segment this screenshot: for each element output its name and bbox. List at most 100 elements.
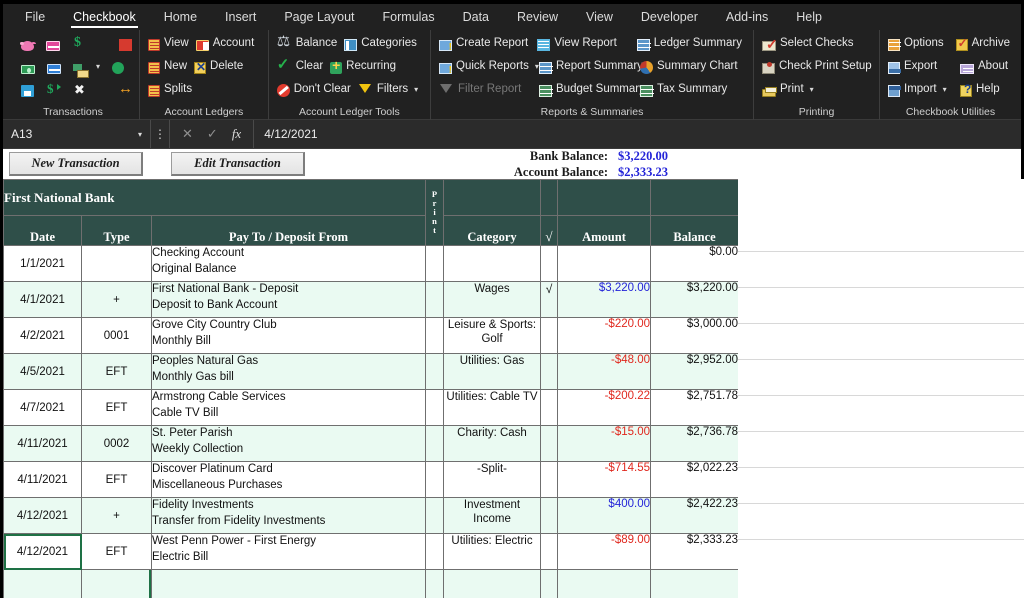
cell-cleared[interactable] (541, 570, 558, 598)
cell-balance[interactable]: $2,751.78 (651, 390, 739, 426)
cell-cleared[interactable] (541, 390, 558, 426)
new-transaction-button[interactable]: New Transaction (9, 152, 143, 176)
cell-payto[interactable]: Grove City Country ClubMonthly Bill (152, 318, 426, 354)
cell-type[interactable]: EFT (82, 462, 152, 498)
deposit-icon[interactable] (73, 64, 82, 71)
table-row[interactable]: 4/2/2021 0001 Grove City Country ClubMon… (4, 318, 739, 354)
cmd-summary-chart[interactable]: Summary Chart (638, 59, 743, 74)
cmd-archive[interactable]: Archive (954, 37, 1015, 51)
formula-bar-expand-dots[interactable]: ⋮ (151, 120, 169, 148)
table-row[interactable]: 4/7/2021 EFT Armstrong Cable ServicesCab… (4, 390, 739, 426)
filters-chevron-down-icon[interactable]: ▾ (414, 86, 418, 94)
cmd-budget-summary[interactable]: Budget Summary (537, 83, 638, 97)
cell-amount[interactable]: -$15.00 (558, 426, 651, 462)
cell-amount[interactable]: -$220.00 (558, 318, 651, 354)
name-box-chevron-down-icon[interactable]: ▾ (138, 130, 142, 139)
cmd-dont-clear[interactable]: Don't Clear (275, 82, 356, 97)
cmd-report-summary[interactable]: Report Summary (537, 60, 638, 74)
cmd-select-checks[interactable]: Select Checks (760, 37, 859, 51)
cell-category[interactable]: Investment Income (444, 498, 541, 534)
tab-formulas[interactable]: Formulas (369, 7, 449, 28)
tab-help[interactable]: Help (782, 7, 836, 28)
cmd-export[interactable]: Export (886, 60, 958, 74)
cell-type[interactable] (82, 246, 152, 282)
tab-insert[interactable]: Insert (211, 7, 270, 28)
cell-date[interactable]: 4/7/2021 (4, 390, 82, 426)
table-row[interactable]: 4/11/2021 EFT Discover Platinum CardMisc… (4, 462, 739, 498)
cell-print[interactable] (426, 426, 444, 462)
cell-print[interactable] (426, 354, 444, 390)
cell-balance[interactable]: $0.00 (651, 246, 739, 282)
cell-amount[interactable] (558, 246, 651, 282)
cell-balance[interactable]: $2,333.23 (651, 534, 739, 570)
cell-type[interactable]: EFT (82, 390, 152, 426)
cancel-icon[interactable]: ✕ (182, 126, 193, 142)
cash-icon[interactable] (21, 65, 35, 74)
edit-transaction-button[interactable]: Edit Transaction (171, 152, 305, 176)
cell-category[interactable]: Charity: Cash (444, 426, 541, 462)
formula-input[interactable]: 4/12/2021 (254, 120, 1021, 148)
cell-amount[interactable]: -$200.22 (558, 390, 651, 426)
tab-review[interactable]: Review (503, 7, 572, 28)
cell-category[interactable]: Utilities: Gas (444, 354, 541, 390)
cmd-import[interactable]: Import▾ (886, 83, 958, 97)
piggy-bank-icon[interactable] (21, 41, 34, 51)
name-box[interactable]: A13 ▾ (3, 120, 151, 148)
cell-print[interactable] (426, 462, 444, 498)
cell-amount[interactable]: -$714.55 (558, 462, 651, 498)
cell-payto[interactable]: First National Bank - DepositDeposit to … (152, 282, 426, 318)
cmd-filters[interactable]: Filters▾ (356, 82, 423, 98)
cell-type[interactable]: EFT (82, 534, 152, 570)
cmd-about[interactable]: About (958, 60, 1013, 74)
tab-data[interactable]: Data (449, 7, 503, 28)
insert-function-icon[interactable]: fx (232, 126, 241, 142)
transfer-arrows-icon[interactable] (118, 83, 133, 97)
cell-date[interactable]: 1/1/2021 (4, 246, 82, 282)
cell-date[interactable] (4, 570, 82, 598)
cell-type[interactable] (82, 570, 152, 598)
dollar-sign-icon[interactable] (72, 37, 87, 51)
cell-balance[interactable]: $2,422.23 (651, 498, 739, 534)
cell-payto[interactable]: Peoples Natural GasMonthly Gas bill (152, 354, 426, 390)
cell-category[interactable]: Utilities: Electric (444, 534, 541, 570)
cell-category[interactable]: Utilities: Cable TV (444, 390, 541, 426)
cell-type[interactable]: EFT (82, 354, 152, 390)
cell-balance[interactable]: $3,220.00 (651, 282, 739, 318)
cell-print[interactable] (426, 570, 444, 598)
cell-payto[interactable]: Armstrong Cable ServicesCable TV Bill (152, 390, 426, 426)
green-circle-icon[interactable] (112, 62, 124, 74)
cell-payto[interactable]: Discover Platinum CardMiscellaneous Purc… (152, 462, 426, 498)
cell-payto[interactable]: West Penn Power - First EnergyElectric B… (152, 534, 426, 570)
cell-type[interactable]: + (82, 282, 152, 318)
cell-print[interactable] (426, 498, 444, 534)
cell-category[interactable]: Wages (444, 282, 541, 318)
cell-amount[interactable]: -$89.00 (558, 534, 651, 570)
cell-print[interactable] (426, 318, 444, 354)
cell-cleared[interactable] (541, 534, 558, 570)
cell-balance[interactable] (651, 570, 739, 598)
cell-payto[interactable]: Fidelity InvestmentsTransfer from Fideli… (152, 498, 426, 534)
cmd-create-report[interactable]: Create Report (437, 37, 535, 51)
cell-category[interactable] (444, 246, 541, 282)
cell-cleared[interactable] (541, 462, 558, 498)
cmd-delete[interactable]: Delete (192, 60, 248, 74)
tab-page-layout[interactable]: Page Layout (270, 7, 368, 28)
cell-date[interactable]: 4/11/2021 (4, 462, 82, 498)
print-chevron-down-icon[interactable]: ▾ (810, 86, 814, 94)
cmd-check-print-setup[interactable]: Check Print Setup (760, 60, 877, 74)
cmd-options[interactable]: Options (886, 37, 954, 51)
atm-icon[interactable] (21, 85, 34, 97)
cmd-splits[interactable]: Splits (146, 83, 197, 97)
cell-balance[interactable]: $2,952.00 (651, 354, 739, 390)
cmd-balance[interactable]: Balance (275, 36, 343, 52)
deposit-chevron-down-icon[interactable]: ▾ (96, 62, 100, 71)
credit-card-blue-icon[interactable] (47, 64, 61, 74)
cell-print[interactable] (426, 390, 444, 426)
tab-developer[interactable]: Developer (627, 7, 712, 28)
cell-cleared[interactable] (541, 498, 558, 534)
tab-checkbook[interactable]: Checkbook (59, 7, 150, 28)
tab-home[interactable]: Home (150, 7, 211, 28)
tab-add-ins[interactable]: Add-ins (712, 7, 782, 28)
cmd-account[interactable]: Account (194, 37, 260, 51)
red-square-icon[interactable] (119, 39, 132, 51)
